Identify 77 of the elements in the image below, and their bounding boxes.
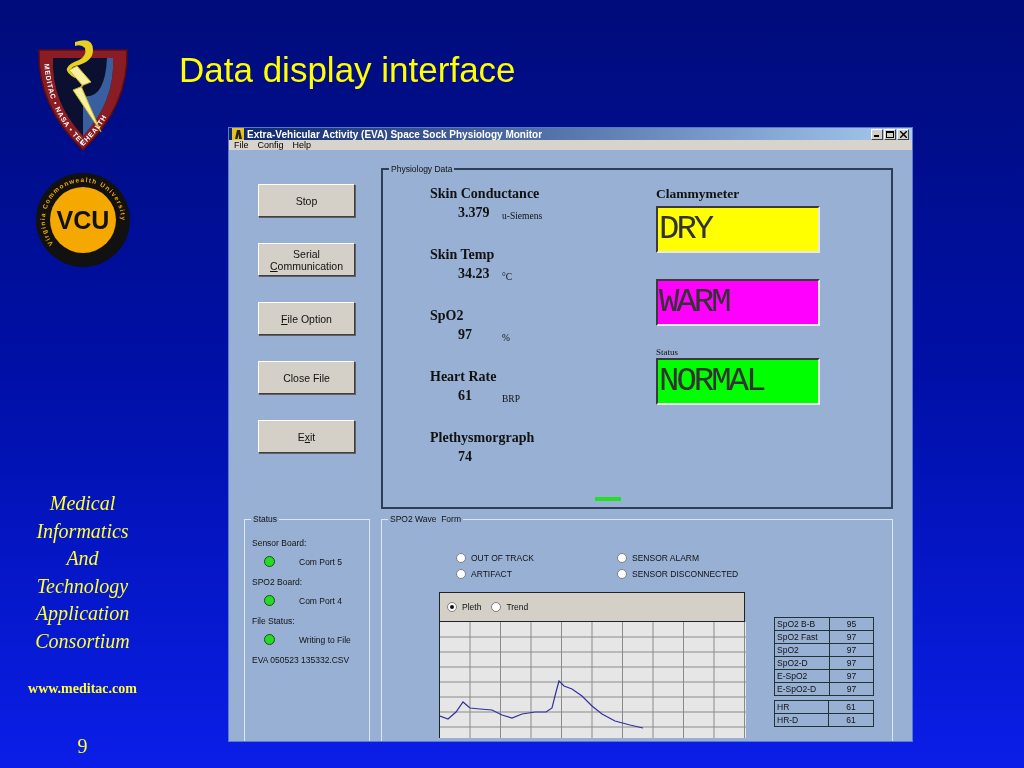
table-cell: 97 [829,630,874,644]
alarm-radio[interactable] [456,569,466,579]
page-number: 9 [77,735,88,758]
table-cell: 97 [829,643,874,657]
reading-value: 61 [457,388,473,404]
menu-item[interactable]: File [234,140,249,150]
table-cell: 61 [828,713,874,727]
status-display: NORMAL [656,358,820,405]
maximize-icon [886,130,894,138]
reading-value: 97 [457,327,473,343]
table-cell: SpO2 Fast [774,630,830,644]
consortium-name: Medical Informatics And Technology Application Consortium [35,491,130,654]
slide-title: Data display interface [179,50,517,90]
pulse-indicator [595,497,621,501]
status-display: WARM [656,279,820,326]
website-url: www.meditac.com [28,681,137,697]
reading-value: 3.379 [457,205,491,221]
window-title: Extra-Vehicular Activity (EVA) Space Sock Physiology Monitor [247,128,543,140]
table-cell: E-SpO2-D [774,682,830,696]
reading-label: Skin Conductance [430,186,540,202]
frame-title: Status [252,514,279,524]
table-cell: 97 [829,682,874,696]
table-cell: 97 [829,669,874,683]
status-text: Com Port 5 [299,556,342,567]
command-button[interactable]: Serial Communication [258,243,355,276]
reading-label: SpO2 [430,308,464,324]
maximize-button[interactable] [884,128,896,140]
menu-item[interactable]: Help [292,140,312,150]
status-text: Com Port 4 [299,595,342,606]
status-label: SPO2 Board: [252,577,303,587]
table-cell: HR-D [774,713,829,727]
status-label: File Status: [252,616,295,626]
mode-radio[interactable] [447,602,457,612]
command-button[interactable]: Close File [258,361,355,394]
command-button[interactable]: Exit [258,420,355,453]
table-cell: 97 [829,656,874,670]
reading-value: 74 [457,449,473,465]
reading-label: Plethysmorgraph [430,430,535,446]
alarm-radio[interactable] [456,553,466,563]
table-cell: E-SpO2 [774,669,830,683]
mode-label: Trend [506,602,529,612]
minimize-button[interactable] [871,128,883,140]
close-button[interactable] [897,128,909,140]
table-cell: SpO2 B-B [774,617,830,631]
alarm-label: SENSOR DISCONNECTED [632,569,739,579]
table-cell: 95 [829,617,874,631]
table-cell: HR [774,700,829,714]
reading-unit: °C [502,272,513,282]
reading-unit: BRP [502,394,520,404]
app-icon [232,128,244,140]
status-label: Sensor Board: [252,538,307,548]
clammymeter-title: Clammymeter [656,186,740,202]
reading-label: Heart Rate [430,369,497,385]
reading-value: 34.23 [457,266,491,282]
file-name: EVA 050523 135332.CSV [252,655,350,665]
alarm-radio[interactable] [617,569,627,579]
table-cell: SpO2 [774,643,830,657]
table-cell: 61 [828,700,874,714]
status-text: Writing to File [299,634,351,645]
close-icon [899,130,907,138]
reading-label: Skin Temp [430,247,495,263]
alarm-radio[interactable] [617,553,627,563]
mode-label: Pleth [462,602,482,612]
command-button[interactable]: Stop [258,184,355,217]
command-button[interactable]: File Option [258,302,355,335]
display-label: Status [656,348,678,356]
status-display: DRY [656,206,820,253]
mode-radio[interactable] [491,602,502,612]
menu-item[interactable]: Config [257,140,284,150]
frame-title: Physiology Data [390,164,454,174]
reading-unit: % [502,333,510,343]
alarm-label: ARTIFACT [471,569,512,579]
alarm-label: SENSOR ALARM [632,553,700,563]
table-cell: SpO2-D [774,656,830,670]
frame-title: SPO2 Wave Form [389,514,462,524]
alarm-label: OUT OF TRACK [471,553,534,563]
reading-unit: u-Siemens [502,211,543,221]
